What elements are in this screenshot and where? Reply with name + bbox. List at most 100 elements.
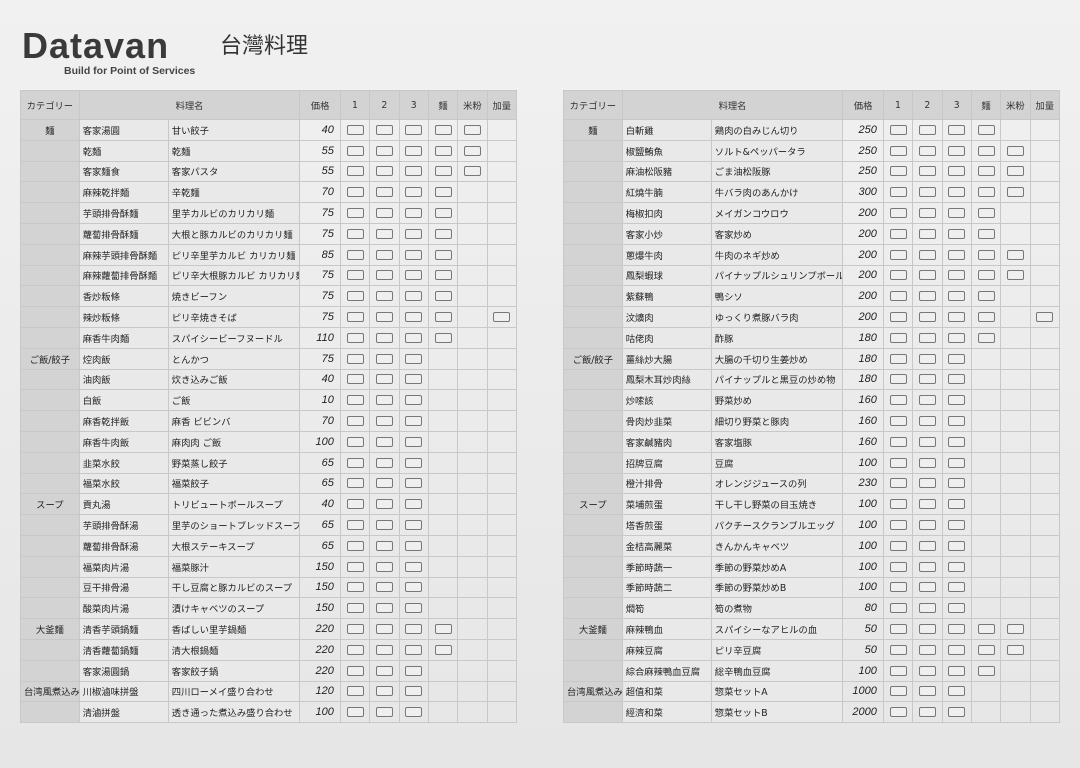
option-checkbox-opt2[interactable] bbox=[375, 145, 393, 156]
option-checkbox-opt1[interactable] bbox=[346, 624, 364, 635]
option-checkbox-noodle[interactable] bbox=[977, 208, 995, 219]
option-checkbox-opt3[interactable] bbox=[405, 145, 423, 156]
option-checkbox-opt2[interactable] bbox=[375, 312, 393, 323]
option-checkbox-opt3[interactable] bbox=[948, 374, 966, 385]
option-checkbox-opt2[interactable] bbox=[918, 686, 936, 697]
option-checkbox-opt1[interactable] bbox=[889, 603, 907, 614]
option-checkbox-opt2[interactable] bbox=[918, 166, 936, 177]
option-checkbox-noodle[interactable] bbox=[977, 332, 995, 343]
option-checkbox-opt1[interactable] bbox=[889, 582, 907, 593]
option-checkbox-noodle[interactable] bbox=[977, 624, 995, 635]
option-checkbox-opt3[interactable] bbox=[948, 582, 966, 593]
option-checkbox-opt1[interactable] bbox=[889, 624, 907, 635]
option-checkbox-opt3[interactable] bbox=[948, 187, 966, 198]
option-checkbox-noodle[interactable] bbox=[977, 312, 995, 323]
option-checkbox-opt3[interactable] bbox=[405, 686, 423, 697]
option-checkbox-opt2[interactable] bbox=[918, 478, 936, 489]
option-checkbox-opt2[interactable] bbox=[918, 291, 936, 302]
option-checkbox-opt2[interactable] bbox=[375, 332, 393, 343]
option-checkbox-opt3[interactable] bbox=[948, 124, 966, 135]
option-checkbox-noodle[interactable] bbox=[434, 166, 452, 177]
option-checkbox-opt2[interactable] bbox=[918, 644, 936, 655]
option-checkbox-opt2[interactable] bbox=[918, 457, 936, 468]
option-checkbox-opt3[interactable] bbox=[405, 249, 423, 260]
option-checkbox-opt2[interactable] bbox=[918, 353, 936, 364]
option-checkbox-noodle[interactable] bbox=[434, 624, 452, 635]
option-checkbox-opt1[interactable] bbox=[889, 374, 907, 385]
option-checkbox-opt1[interactable] bbox=[346, 353, 364, 364]
option-checkbox-opt1[interactable] bbox=[346, 665, 364, 676]
option-checkbox-opt2[interactable] bbox=[375, 166, 393, 177]
option-checkbox-opt3[interactable] bbox=[948, 478, 966, 489]
option-checkbox-opt1[interactable] bbox=[889, 561, 907, 572]
option-checkbox-opt2[interactable] bbox=[918, 374, 936, 385]
option-checkbox-noodle[interactable] bbox=[434, 208, 452, 219]
option-checkbox-opt3[interactable] bbox=[948, 499, 966, 510]
option-checkbox-extra[interactable] bbox=[1036, 312, 1054, 323]
option-checkbox-opt2[interactable] bbox=[918, 561, 936, 572]
option-checkbox-opt2[interactable] bbox=[375, 499, 393, 510]
option-checkbox-opt1[interactable] bbox=[889, 478, 907, 489]
option-checkbox-opt1[interactable] bbox=[889, 270, 907, 281]
option-checkbox-opt2[interactable] bbox=[918, 436, 936, 447]
option-checkbox-opt3[interactable] bbox=[948, 291, 966, 302]
option-checkbox-opt3[interactable] bbox=[948, 270, 966, 281]
option-checkbox-opt1[interactable] bbox=[889, 187, 907, 198]
option-checkbox-opt3[interactable] bbox=[948, 416, 966, 427]
option-checkbox-opt1[interactable] bbox=[346, 436, 364, 447]
option-checkbox-opt1[interactable] bbox=[889, 166, 907, 177]
option-checkbox-opt2[interactable] bbox=[375, 270, 393, 281]
option-checkbox-opt2[interactable] bbox=[375, 416, 393, 427]
option-checkbox-opt1[interactable] bbox=[889, 332, 907, 343]
option-checkbox-opt1[interactable] bbox=[346, 291, 364, 302]
option-checkbox-opt2[interactable] bbox=[918, 416, 936, 427]
option-checkbox-opt1[interactable] bbox=[889, 499, 907, 510]
option-checkbox-opt2[interactable] bbox=[375, 603, 393, 614]
option-checkbox-opt1[interactable] bbox=[889, 707, 907, 718]
option-checkbox-opt1[interactable] bbox=[346, 187, 364, 198]
option-checkbox-opt2[interactable] bbox=[375, 478, 393, 489]
option-checkbox-opt3[interactable] bbox=[405, 208, 423, 219]
option-checkbox-opt3[interactable] bbox=[948, 457, 966, 468]
option-checkbox-opt1[interactable] bbox=[889, 436, 907, 447]
option-checkbox-opt3[interactable] bbox=[948, 249, 966, 260]
option-checkbox-opt1[interactable] bbox=[346, 686, 364, 697]
option-checkbox-opt2[interactable] bbox=[918, 665, 936, 676]
option-checkbox-noodle[interactable] bbox=[977, 270, 995, 281]
option-checkbox-opt1[interactable] bbox=[346, 208, 364, 219]
option-checkbox-opt1[interactable] bbox=[346, 332, 364, 343]
option-checkbox-opt1[interactable] bbox=[346, 166, 364, 177]
option-checkbox-noodle[interactable] bbox=[977, 145, 995, 156]
option-checkbox-opt1[interactable] bbox=[346, 457, 364, 468]
option-checkbox-opt3[interactable] bbox=[948, 353, 966, 364]
option-checkbox-opt3[interactable] bbox=[405, 291, 423, 302]
option-checkbox-opt2[interactable] bbox=[918, 312, 936, 323]
option-checkbox-opt3[interactable] bbox=[405, 228, 423, 239]
option-checkbox-opt1[interactable] bbox=[889, 145, 907, 156]
option-checkbox-opt3[interactable] bbox=[948, 228, 966, 239]
option-checkbox-opt1[interactable] bbox=[889, 312, 907, 323]
option-checkbox-opt1[interactable] bbox=[889, 520, 907, 531]
option-checkbox-noodle[interactable] bbox=[977, 249, 995, 260]
option-checkbox-opt1[interactable] bbox=[346, 228, 364, 239]
option-checkbox-opt3[interactable] bbox=[405, 395, 423, 406]
option-checkbox-opt2[interactable] bbox=[918, 624, 936, 635]
option-checkbox-noodle[interactable] bbox=[977, 665, 995, 676]
option-checkbox-opt1[interactable] bbox=[346, 520, 364, 531]
option-checkbox-rice-noodle[interactable] bbox=[463, 124, 481, 135]
option-checkbox-opt2[interactable] bbox=[375, 291, 393, 302]
option-checkbox-opt2[interactable] bbox=[375, 561, 393, 572]
option-checkbox-opt2[interactable] bbox=[375, 520, 393, 531]
option-checkbox-opt3[interactable] bbox=[948, 686, 966, 697]
option-checkbox-opt2[interactable] bbox=[918, 145, 936, 156]
option-checkbox-rice-noodle[interactable] bbox=[1006, 249, 1024, 260]
option-checkbox-rice-noodle[interactable] bbox=[1006, 145, 1024, 156]
option-checkbox-opt3[interactable] bbox=[405, 665, 423, 676]
option-checkbox-opt1[interactable] bbox=[889, 395, 907, 406]
option-checkbox-opt3[interactable] bbox=[405, 520, 423, 531]
option-checkbox-opt2[interactable] bbox=[375, 395, 393, 406]
option-checkbox-opt1[interactable] bbox=[346, 707, 364, 718]
option-checkbox-noodle[interactable] bbox=[977, 187, 995, 198]
option-checkbox-opt3[interactable] bbox=[405, 416, 423, 427]
option-checkbox-opt2[interactable] bbox=[375, 686, 393, 697]
